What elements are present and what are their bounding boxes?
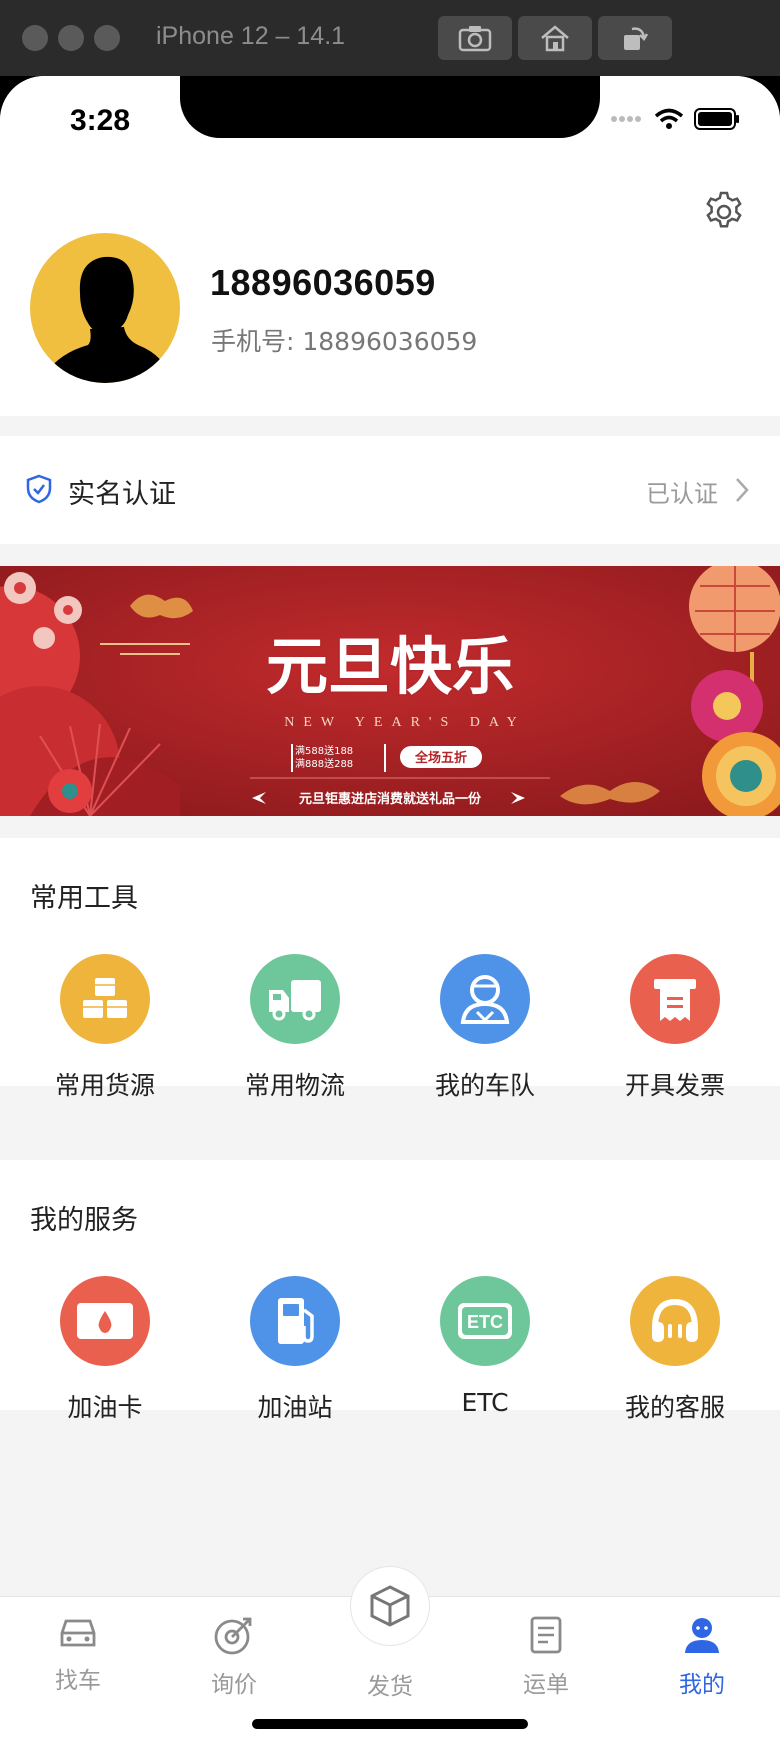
etc-icon: ETC <box>440 1276 530 1366</box>
home-indicator <box>252 1719 528 1729</box>
tab-pricing[interactable]: 询价 <box>156 1615 312 1699</box>
waybill-icon <box>530 1616 562 1654</box>
banner-title: 元旦快乐 <box>266 630 514 703</box>
shield-check-icon <box>26 474 52 504</box>
notch <box>180 76 600 138</box>
close-window-button[interactable] <box>22 25 48 51</box>
service-fuel-card[interactable]: 加油卡 <box>10 1276 200 1424</box>
service-label: ETC <box>461 1388 509 1417</box>
verification-label: 实名认证 <box>68 479 176 510</box>
simulator-title-bar: iPhone 12 – 14.1 <box>0 0 780 76</box>
signal-icon <box>611 116 641 122</box>
user-icon <box>685 1618 719 1653</box>
chevron-right-icon <box>736 478 749 502</box>
gas-station-icon <box>250 1276 340 1366</box>
gear-icon[interactable] <box>702 190 746 234</box>
person-silhouette-icon <box>46 256 170 383</box>
zoom-window-button[interactable] <box>94 25 120 51</box>
service-etc[interactable]: ETC ETC <box>390 1276 580 1417</box>
car-icon <box>60 1619 96 1647</box>
banner-artwork: 元旦快乐 NEW YEAR'S DAY 满588送188 满888送288 全场… <box>0 566 780 816</box>
tab-label: 询价 <box>211 1672 257 1698</box>
section-title: 我的服务 <box>30 1205 138 1236</box>
screenshot-button[interactable] <box>438 16 512 60</box>
section-title: 常用工具 <box>30 883 138 914</box>
banner-promo-badge: 全场五折 <box>414 750 467 766</box>
banner-tagline: 元旦钜惠进店消费就送礼品一份 <box>299 791 482 807</box>
tool-common-logistics[interactable]: 常用物流 <box>200 954 390 1102</box>
boxes-icon <box>60 954 150 1044</box>
phone-screen: 3:28 18896036059 手机号: 18896036059 实名认证 已… <box>0 76 780 1762</box>
tab-label: 我的 <box>679 1672 725 1698</box>
tab-label: 运单 <box>523 1672 569 1698</box>
tool-label: 常用货源 <box>54 1071 155 1100</box>
rotate-button[interactable] <box>598 16 672 60</box>
user-name: 18896036059 <box>210 262 436 303</box>
minimize-window-button[interactable] <box>58 25 84 51</box>
invoice-icon <box>630 954 720 1044</box>
fuel-card-icon <box>60 1276 150 1366</box>
verification-status: 已认证 <box>646 480 718 508</box>
my-services-section: 我的服务 加油卡 加油站 ETC ETC 我的客服 <box>0 1160 780 1422</box>
simulator-title: iPhone 12 – 14.1 <box>156 22 346 50</box>
tool-label: 我的车队 <box>434 1071 535 1100</box>
avatar[interactable] <box>30 233 180 383</box>
banner-subtitle: NEW YEAR'S DAY <box>284 715 526 730</box>
headset-icon <box>630 1276 720 1366</box>
tab-mine[interactable]: 我的 <box>624 1615 780 1699</box>
banner-promo-2: 满888送288 <box>295 757 353 770</box>
home-icon <box>541 25 569 52</box>
tab-find-car[interactable]: 找车 <box>0 1615 156 1695</box>
common-tools-section: 常用工具 常用货源 常用物流 我的车队 开具发票 <box>0 838 780 1100</box>
status-time: 3:28 <box>70 104 131 137</box>
tab-label: 找车 <box>55 1668 101 1694</box>
tool-label: 常用物流 <box>244 1071 345 1100</box>
ship-tab-bump[interactable] <box>350 1566 430 1646</box>
tool-my-fleet[interactable]: 我的车队 <box>390 954 580 1102</box>
real-name-verification-row[interactable]: 实名认证 已认证 <box>0 436 780 544</box>
home-button[interactable] <box>518 16 592 60</box>
tool-label: 开具发票 <box>624 1071 725 1100</box>
wifi-icon <box>654 108 684 129</box>
status-icons <box>610 108 740 130</box>
rotate-icon <box>624 27 649 50</box>
service-label: 我的客服 <box>624 1393 725 1422</box>
tab-waybill[interactable]: 运单 <box>468 1615 624 1699</box>
service-customer-support[interactable]: 我的客服 <box>580 1276 770 1424</box>
tab-ship[interactable]: 发货 <box>312 1657 468 1701</box>
svg-text:ETC: ETC <box>467 1312 503 1332</box>
tab-label: 发货 <box>367 1674 413 1700</box>
tool-common-cargo[interactable]: 常用货源 <box>10 954 200 1102</box>
service-gas-station[interactable]: 加油站 <box>200 1276 390 1424</box>
battery-icon <box>694 108 739 130</box>
service-label: 加油卡 <box>67 1393 143 1422</box>
service-label: 加油站 <box>257 1393 333 1422</box>
truck-icon <box>250 954 340 1044</box>
tool-issue-invoice[interactable]: 开具发票 <box>580 954 770 1102</box>
promo-banner[interactable]: 元旦快乐 NEW YEAR'S DAY 满588送188 满888送288 全场… <box>0 566 780 816</box>
package-icon <box>370 1585 410 1627</box>
driver-icon <box>440 954 530 1044</box>
camera-icon <box>458 26 492 52</box>
pricing-icon <box>214 1617 252 1655</box>
user-phone: 手机号: 18896036059 <box>211 327 478 356</box>
banner-promo-1: 满588送188 <box>295 744 353 757</box>
